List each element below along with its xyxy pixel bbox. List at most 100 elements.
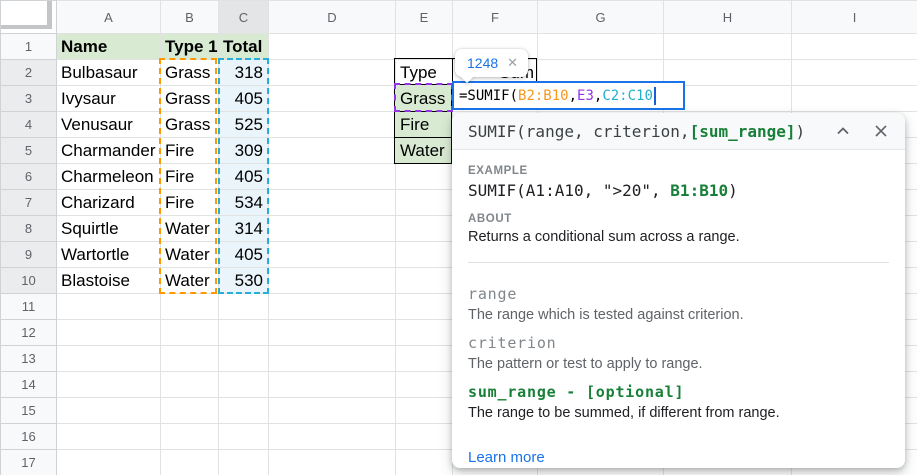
column-header-b[interactable]: B — [161, 1, 219, 34]
row-header-3[interactable]: 3 — [1, 86, 57, 112]
cell[interactable]: 405 — [219, 164, 269, 190]
cell[interactable] — [269, 294, 396, 320]
row-header-16[interactable]: 16 — [1, 424, 57, 450]
cell[interactable] — [269, 450, 396, 475]
cell[interactable] — [396, 424, 453, 450]
row-header-15[interactable]: 15 — [1, 398, 57, 424]
cell[interactable] — [396, 34, 453, 60]
select-all-corner[interactable] — [1, 1, 57, 34]
row-header-9[interactable]: 9 — [1, 242, 57, 268]
cell[interactable] — [269, 60, 396, 86]
cell[interactable] — [396, 346, 453, 372]
cell[interactable] — [219, 372, 269, 398]
cell[interactable] — [396, 320, 453, 346]
cell[interactable] — [269, 34, 396, 60]
row-header-1[interactable]: 1 — [1, 34, 57, 60]
cell[interactable] — [219, 424, 269, 450]
row-header-2[interactable]: 2 — [1, 60, 57, 86]
row-header-10[interactable]: 10 — [1, 268, 57, 294]
column-header-c[interactable]: C — [219, 1, 269, 34]
cell[interactable] — [396, 216, 453, 242]
cell[interactable]: Charmeleon — [57, 164, 161, 190]
cell[interactable]: 318 — [219, 60, 269, 86]
cell[interactable] — [792, 86, 917, 112]
cell[interactable]: Total — [219, 34, 269, 60]
cell[interactable]: Bulbasaur — [57, 60, 161, 86]
cell[interactable] — [57, 424, 161, 450]
cell[interactable] — [269, 242, 396, 268]
cell[interactable] — [269, 138, 396, 164]
cell[interactable] — [538, 34, 664, 60]
cell[interactable]: Water — [161, 268, 219, 294]
cell[interactable]: Fire — [396, 112, 453, 138]
cell[interactable] — [57, 320, 161, 346]
cell[interactable] — [219, 398, 269, 424]
cell[interactable] — [269, 86, 396, 112]
row-header-14[interactable]: 14 — [1, 372, 57, 398]
cell[interactable]: 534 — [219, 190, 269, 216]
cell[interactable]: Charmander — [57, 138, 161, 164]
column-header-a[interactable]: A — [57, 1, 161, 34]
cell[interactable]: 309 — [219, 138, 269, 164]
learn-more-link[interactable]: Learn more — [468, 449, 545, 466]
cell[interactable]: Fire — [161, 164, 219, 190]
cell[interactable] — [219, 294, 269, 320]
cell[interactable]: Blastoise — [57, 268, 161, 294]
cell[interactable] — [396, 268, 453, 294]
column-header-i[interactable]: I — [792, 1, 917, 34]
cell[interactable]: Wartortle — [57, 242, 161, 268]
cell[interactable]: Type — [396, 60, 453, 86]
cell[interactable]: Squirtle — [57, 216, 161, 242]
cell[interactable]: Venusaur — [57, 112, 161, 138]
cell[interactable] — [792, 60, 917, 86]
cell[interactable] — [161, 294, 219, 320]
cell[interactable] — [396, 372, 453, 398]
cell[interactable]: Fire — [161, 190, 219, 216]
cell[interactable] — [792, 34, 917, 60]
cell[interactable] — [396, 450, 453, 475]
cell[interactable] — [57, 372, 161, 398]
cell[interactable] — [396, 398, 453, 424]
cell[interactable] — [396, 294, 453, 320]
cell[interactable] — [57, 294, 161, 320]
cell[interactable] — [161, 346, 219, 372]
chevron-up-icon[interactable] — [835, 123, 851, 139]
cell[interactable] — [269, 268, 396, 294]
cell[interactable] — [269, 372, 396, 398]
cell[interactable]: Ivysaur — [57, 86, 161, 112]
cell[interactable] — [396, 190, 453, 216]
cell[interactable] — [57, 346, 161, 372]
cell[interactable]: 530 — [219, 268, 269, 294]
cell[interactable] — [161, 320, 219, 346]
cell[interactable]: 314 — [219, 216, 269, 242]
cell[interactable]: Charizard — [57, 190, 161, 216]
cell[interactable]: 405 — [219, 86, 269, 112]
column-header-e[interactable]: E — [396, 1, 453, 34]
cell[interactable] — [219, 450, 269, 475]
cell[interactable] — [219, 320, 269, 346]
cell[interactable] — [269, 346, 396, 372]
row-header-6[interactable]: 6 — [1, 164, 57, 190]
close-icon[interactable]: ✕ — [507, 55, 518, 71]
cell[interactable] — [269, 164, 396, 190]
cell[interactable]: 525 — [219, 112, 269, 138]
column-header-f[interactable]: F — [453, 1, 538, 34]
cell[interactable]: 405 — [219, 242, 269, 268]
cell[interactable] — [161, 450, 219, 475]
cell[interactable] — [396, 242, 453, 268]
column-header-d[interactable]: D — [269, 1, 396, 34]
row-header-17[interactable]: 17 — [1, 450, 57, 475]
cell[interactable]: Grass — [161, 60, 219, 86]
row-header-5[interactable]: 5 — [1, 138, 57, 164]
cell[interactable] — [57, 450, 161, 475]
cell[interactable] — [269, 216, 396, 242]
row-header-12[interactable]: 12 — [1, 320, 57, 346]
cell[interactable]: Grass — [396, 86, 453, 112]
column-header-g[interactable]: G — [538, 1, 664, 34]
cell[interactable] — [219, 346, 269, 372]
cell[interactable]: Water — [396, 138, 453, 164]
cell[interactable] — [161, 372, 219, 398]
cell[interactable]: Grass — [161, 86, 219, 112]
cell[interactable]: Water — [161, 242, 219, 268]
row-header-8[interactable]: 8 — [1, 216, 57, 242]
